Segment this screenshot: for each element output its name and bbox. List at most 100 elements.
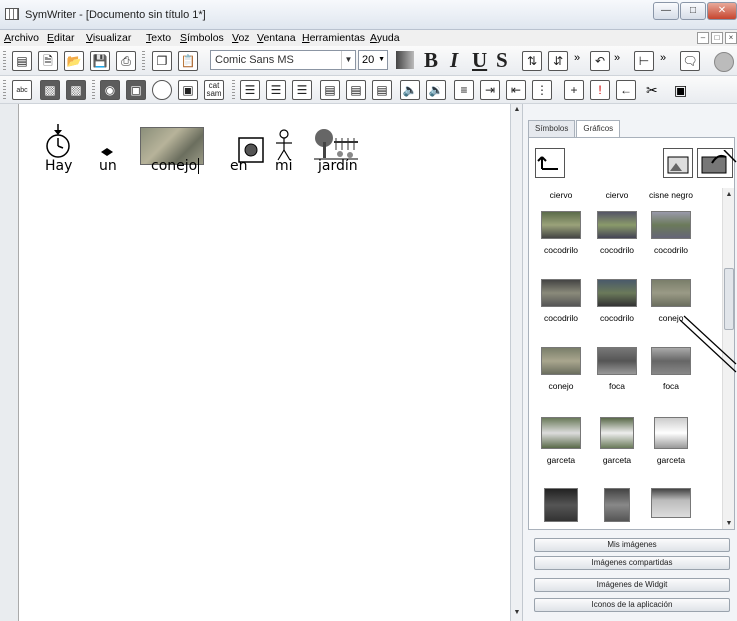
font-name-select[interactable]: Comic Sans MS ▼ (210, 50, 356, 70)
menu-ventana[interactable]: Ventana (257, 32, 296, 44)
line-spacing-down-icon[interactable]: ⇵ (548, 51, 568, 71)
scissors-icon[interactable]: ✂ (646, 82, 658, 99)
copy-icon[interactable]: ❐ (152, 51, 172, 71)
imagenes-compartidas-button[interactable]: Imágenes compartidas (534, 556, 730, 570)
italic-button[interactable]: I (450, 48, 458, 73)
toolbar-grip[interactable] (142, 51, 145, 71)
crop-icon[interactable]: ▣ (674, 82, 687, 99)
doc-close-button[interactable]: × (725, 32, 737, 44)
word-en[interactable]: en (230, 158, 248, 174)
more-chevron-icon[interactable]: » (614, 52, 620, 64)
bullet-list-icon[interactable]: ≡ (454, 80, 474, 100)
gallery-item[interactable]: ciervo (589, 184, 645, 200)
document-editor[interactable] (18, 104, 510, 621)
menu-archivo[interactable]: Archivo (4, 32, 39, 44)
new-document-icon[interactable]: 🗎 (38, 51, 58, 71)
line-spacing-up-icon[interactable]: ⇅ (522, 51, 542, 71)
image-icon[interactable]: ▣ (178, 80, 198, 100)
word-conejo[interactable]: conejo (151, 158, 197, 174)
symbol-paint-icon[interactable]: ◉ (100, 80, 120, 100)
mis-imagenes-button[interactable]: Mis imágenes (534, 538, 730, 552)
symbol-set-icon[interactable]: ▩ (40, 80, 60, 100)
arrow-left-icon[interactable]: ← (616, 80, 636, 100)
tab-simbolos[interactable]: Símbolos (528, 120, 576, 138)
paste-icon[interactable]: 📋 (178, 51, 198, 71)
word-jardin[interactable]: jardín (318, 158, 358, 174)
save-icon[interactable]: 💾 (90, 51, 110, 71)
speaker-icon[interactable]: 🔈 (400, 80, 420, 100)
scroll-down-icon[interactable]: ▼ (512, 609, 522, 619)
open-folder-icon[interactable]: 📂 (64, 51, 84, 71)
align-center-icon[interactable]: ☰ (266, 80, 286, 100)
align-right-icon[interactable]: ☰ (292, 80, 312, 100)
gallery-item[interactable]: ciervo (533, 184, 589, 200)
scroll-down-icon[interactable]: ▼ (723, 520, 734, 527)
word-un[interactable]: un (99, 158, 117, 174)
gallery-item[interactable] (533, 488, 589, 522)
valign-top-icon[interactable]: ▤ (320, 80, 340, 100)
menu-simbolos[interactable]: Símbolos (180, 32, 224, 44)
user-icon[interactable] (714, 52, 734, 72)
print-icon[interactable]: ⎙ (116, 51, 136, 71)
more-chevron-icon[interactable]: » (574, 52, 580, 64)
menu-herramientas[interactable]: Herramientas (302, 32, 365, 44)
bold-button[interactable]: B (424, 48, 438, 73)
iconos-aplicacion-button[interactable]: Iconos de la aplicación (534, 598, 730, 612)
speaker-word-icon[interactable]: 🔉 (426, 80, 446, 100)
gallery-item[interactable]: cocodrilo (533, 211, 589, 255)
catsam-button[interactable]: cat sam (204, 80, 224, 100)
symbol-set-alt-icon[interactable]: ▩ (66, 80, 86, 100)
close-button[interactable]: ✕ (707, 2, 737, 20)
doc-minimize-button[interactable]: – (697, 32, 709, 44)
word-mi[interactable]: mi (275, 158, 293, 174)
gallery-item[interactable]: cocodrilo (589, 279, 645, 323)
maximize-button[interactable]: □ (680, 2, 706, 20)
gallery-item[interactable] (589, 488, 645, 522)
plus-symbol-icon[interactable]: + (564, 80, 584, 100)
gallery-item[interactable]: cocodrilo (589, 211, 645, 255)
undo-icon[interactable]: ↶ (590, 51, 610, 71)
gallery-item[interactable]: cocodrilo (533, 279, 589, 323)
valign-bottom-icon[interactable]: ▤ (372, 80, 392, 100)
minimize-button[interactable]: — (653, 2, 679, 20)
strike-button[interactable]: S (496, 48, 508, 73)
speech-bubble-icon[interactable]: 🗨 (680, 51, 700, 71)
indent-icon[interactable]: ⊢ (634, 51, 654, 71)
gallery-item[interactable]: conejo (533, 347, 589, 391)
back-arrow-icon[interactable] (535, 148, 565, 178)
align-left-icon[interactable]: ☰ (240, 80, 260, 100)
garden-symbol-icon (314, 128, 358, 160)
font-size-select[interactable]: 20 ▼ (358, 50, 388, 70)
word-hay[interactable]: Hay (45, 158, 72, 174)
doc-restore-button[interactable]: □ (711, 32, 723, 44)
color-picker-icon[interactable] (396, 51, 414, 69)
ellipse-icon[interactable] (152, 80, 172, 100)
symbol-frame-icon[interactable]: ▣ (126, 80, 146, 100)
valign-middle-icon[interactable]: ▤ (346, 80, 366, 100)
menu-voz[interactable]: Voz (232, 32, 250, 44)
menu-ayuda[interactable]: Ayuda (370, 32, 400, 44)
exclamation-icon[interactable]: ! (590, 80, 610, 100)
toolbar-grip[interactable] (92, 80, 95, 100)
toolbar-grip[interactable] (3, 80, 6, 100)
gallery-item[interactable]: garceta (589, 417, 645, 465)
menu-texto[interactable]: Texto (146, 32, 171, 44)
menu-visualizar[interactable]: Visualizar (86, 32, 131, 44)
grid-icon[interactable]: ⋮ (532, 80, 552, 100)
toolbar-grip[interactable] (3, 51, 6, 71)
toolbar-grip[interactable] (232, 80, 235, 100)
gallery-item[interactable]: garceta (643, 417, 699, 465)
toggle-view-icon[interactable]: ▤ (12, 51, 32, 71)
gallery-item[interactable] (643, 488, 699, 518)
underline-button[interactable]: U (472, 48, 487, 73)
scroll-up-icon[interactable]: ▲ (512, 106, 522, 116)
gallery-item[interactable]: garceta (533, 417, 589, 465)
more-chevron-icon[interactable]: » (660, 52, 666, 64)
decrease-indent-icon[interactable]: ⇤ (506, 80, 526, 100)
editor-scrollbar[interactable]: ▲ ▼ (510, 104, 522, 621)
spellcheck-button[interactable]: abc (12, 80, 32, 100)
increase-indent-icon[interactable]: ⇥ (480, 80, 500, 100)
imagenes-widgit-button[interactable]: Imágenes de Widgit (534, 578, 730, 592)
menu-editar[interactable]: Editar (47, 32, 74, 44)
gallery-item[interactable]: foca (589, 347, 645, 391)
